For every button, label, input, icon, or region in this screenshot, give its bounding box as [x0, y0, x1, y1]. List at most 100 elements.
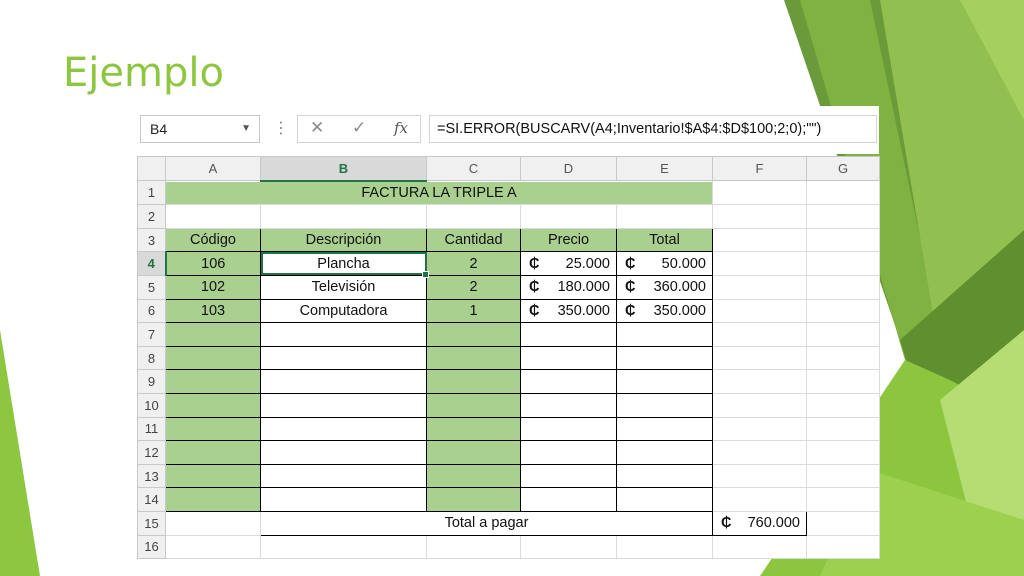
- cell[interactable]: [712, 345, 807, 371]
- column-header-d[interactable]: D: [520, 155, 617, 182]
- cell[interactable]: [806, 204, 880, 229]
- cell[interactable]: [712, 392, 807, 418]
- column-header-b[interactable]: B: [260, 155, 427, 182]
- cell-precio[interactable]: [520, 463, 617, 489]
- row-header[interactable]: 3: [137, 227, 166, 253]
- cell-total[interactable]: [616, 463, 713, 489]
- cell-descripcion[interactable]: [260, 392, 427, 418]
- row-header[interactable]: 11: [137, 416, 166, 442]
- cell-codigo[interactable]: [165, 322, 261, 347]
- cell-cantidad[interactable]: [426, 463, 521, 489]
- cell-codigo[interactable]: [165, 345, 261, 371]
- cell[interactable]: [712, 274, 807, 300]
- cell-codigo[interactable]: [165, 440, 261, 465]
- cell[interactable]: [806, 534, 880, 560]
- cell[interactable]: [806, 440, 880, 465]
- more-options-icon[interactable]: ⋮: [273, 118, 289, 137]
- cell[interactable]: [806, 416, 880, 442]
- cell[interactable]: [806, 345, 880, 371]
- cell-total[interactable]: [616, 345, 713, 371]
- cell-precio[interactable]: [520, 369, 617, 394]
- cell-precio[interactable]: [520, 416, 617, 442]
- row-header[interactable]: 16: [137, 534, 166, 560]
- cell-cantidad[interactable]: [426, 487, 521, 512]
- cell[interactable]: [520, 204, 617, 229]
- cell-descripcion[interactable]: [260, 416, 427, 442]
- cell[interactable]: [806, 322, 880, 347]
- invoice-banner[interactable]: FACTURA LA TRIPLE A: [165, 180, 713, 206]
- cell[interactable]: [712, 463, 807, 489]
- cell[interactable]: [165, 204, 261, 229]
- cell-total[interactable]: [616, 487, 713, 512]
- cell-cantidad[interactable]: [426, 440, 521, 465]
- header-descripcion[interactable]: Descripción: [260, 227, 427, 253]
- cell-descripcion[interactable]: [260, 487, 427, 512]
- cell-descripcion[interactable]: [260, 440, 427, 465]
- cell[interactable]: [260, 204, 427, 229]
- cell[interactable]: [806, 369, 880, 394]
- cell-descripcion[interactable]: [260, 322, 427, 347]
- header-cantidad[interactable]: Cantidad: [426, 227, 521, 253]
- row-header[interactable]: 12: [137, 440, 166, 465]
- cell-codigo[interactable]: 102: [165, 274, 261, 300]
- cell-cantidad[interactable]: [426, 416, 521, 442]
- row-header[interactable]: 6: [137, 298, 166, 324]
- cell-precio[interactable]: [520, 322, 617, 347]
- row-header[interactable]: 14: [137, 487, 166, 512]
- cell-codigo[interactable]: [165, 369, 261, 394]
- cell[interactable]: [712, 534, 807, 560]
- cell-cantidad[interactable]: [426, 322, 521, 347]
- row-header[interactable]: 2: [137, 204, 166, 229]
- cell[interactable]: [806, 274, 880, 300]
- cancel-x-icon[interactable]: ✕: [310, 118, 324, 138]
- cell[interactable]: [806, 510, 880, 536]
- name-box[interactable]: B4 ▼: [140, 115, 260, 143]
- cell-precio[interactable]: [520, 440, 617, 465]
- header-precio[interactable]: Precio: [520, 227, 617, 253]
- cell[interactable]: [712, 227, 807, 253]
- cell-total[interactable]: [616, 322, 713, 347]
- cell-precio[interactable]: ₵ 350.000: [520, 298, 617, 324]
- column-header-e[interactable]: E: [616, 155, 713, 182]
- cell[interactable]: [426, 204, 521, 229]
- row-header[interactable]: 9: [137, 369, 166, 394]
- cell-descripcion[interactable]: [260, 345, 427, 371]
- cell[interactable]: [712, 416, 807, 442]
- row-header[interactable]: 7: [137, 322, 166, 347]
- chevron-down-icon[interactable]: ▼: [241, 116, 251, 142]
- cell-precio[interactable]: ₵ 25.000: [520, 251, 617, 276]
- row-header[interactable]: 5: [137, 274, 166, 300]
- cell[interactable]: [806, 487, 880, 512]
- cell-descripcion[interactable]: [260, 463, 427, 489]
- cell[interactable]: [712, 298, 807, 324]
- cell-total[interactable]: [616, 440, 713, 465]
- cell-codigo[interactable]: 103: [165, 298, 261, 324]
- grand-total-cell[interactable]: ₵ 760.000: [712, 510, 807, 536]
- cell[interactable]: [616, 534, 713, 560]
- cell-cantidad[interactable]: [426, 345, 521, 371]
- cell-cantidad[interactable]: [426, 392, 521, 418]
- row-header[interactable]: 1: [137, 180, 166, 206]
- cell[interactable]: [165, 534, 261, 560]
- cell-precio[interactable]: ₵ 180.000: [520, 274, 617, 300]
- cell[interactable]: [806, 298, 880, 324]
- cell-total[interactable]: [616, 392, 713, 418]
- cell-total[interactable]: ₵ 360.000: [616, 274, 713, 300]
- cell-precio[interactable]: [520, 487, 617, 512]
- cell-cantidad[interactable]: 1: [426, 298, 521, 324]
- cell-cantidad[interactable]: [426, 369, 521, 394]
- fill-handle[interactable]: [422, 271, 429, 278]
- cell-descripcion-active[interactable]: Plancha: [260, 251, 427, 276]
- cell[interactable]: [520, 534, 617, 560]
- cell[interactable]: [712, 251, 807, 276]
- cell[interactable]: [426, 534, 521, 560]
- cell[interactable]: [712, 180, 807, 206]
- cell-total[interactable]: [616, 369, 713, 394]
- header-codigo[interactable]: Código: [165, 227, 261, 253]
- row-header[interactable]: 8: [137, 345, 166, 371]
- cell-codigo[interactable]: [165, 487, 261, 512]
- cell-codigo[interactable]: 106: [165, 251, 261, 276]
- cell-codigo[interactable]: [165, 463, 261, 489]
- cell-codigo[interactable]: [165, 416, 261, 442]
- cell[interactable]: [616, 204, 713, 229]
